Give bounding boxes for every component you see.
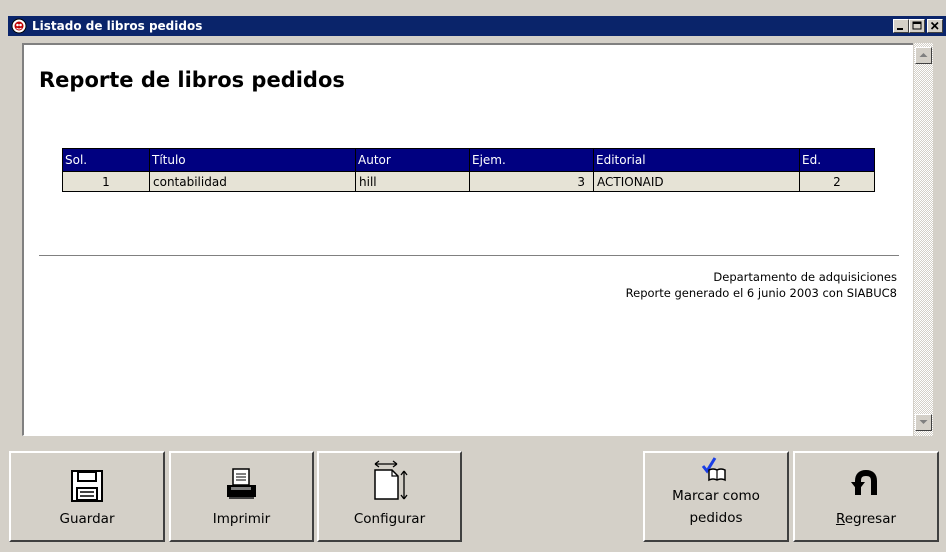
col-header-sol: Sol. [62,148,150,172]
mark-label-line1: Marcar como [672,488,760,504]
report-window: Listado de libros pedidos Reporte de lib… [0,0,946,552]
back-label-rest: egresar [844,511,897,527]
printer-icon [224,467,260,505]
orders-table: Sol. Título Autor Ejem. Editorial Ed. 1 … [62,148,875,192]
save-button[interactable]: Guardar [9,451,165,542]
floppy-disk-icon [70,469,104,507]
back-label: Regresar [795,510,937,529]
col-header-ejem: Ejem. [469,148,594,172]
window-title: Listado de libros pedidos [32,19,203,33]
cell-titulo: contabilidad [149,171,356,192]
print-label: Imprimir [212,511,271,527]
maximize-button[interactable] [909,19,925,33]
scroll-down-button[interactable] [915,414,932,431]
minimize-button[interactable] [893,19,909,33]
table-row: 1 contabilidad hill 3 ACTIONAID 2 [62,171,875,192]
title-bar[interactable]: Listado de libros pedidos [8,16,946,36]
cell-autor: hill [355,171,470,192]
mark-as-ordered-button[interactable]: Marcar como pedidos [643,451,789,542]
report-divider [39,255,899,256]
table-header-row: Sol. Título Autor Ejem. Editorial Ed. [62,148,875,172]
col-header-ed: Ed. [799,148,875,172]
vertical-scrollbar[interactable] [913,43,933,436]
close-button[interactable] [927,19,943,33]
footer-generated: Reporte generado el 6 junio 2003 con SIA… [625,286,897,300]
report-title: Reporte de libros pedidos [39,68,345,92]
checked-book-icon [701,457,731,487]
report-view: Reporte de libros pedidos Sol. Título Au… [22,43,914,436]
configure-button[interactable]: Configurar [317,451,462,542]
page-setup-icon [370,459,410,505]
configure-label: Configurar [353,511,426,527]
footer-department: Departamento de adquisiciones [713,270,897,284]
cell-editorial: ACTIONAID [593,171,800,192]
scroll-up-button[interactable] [915,47,932,64]
print-button[interactable]: Imprimir [169,451,314,542]
mark-label-line2: pedidos [689,510,743,526]
back-button[interactable]: Regresar [793,451,939,542]
cell-ejem: 3 [469,171,594,192]
col-header-titulo: Título [149,148,356,172]
col-header-editorial: Editorial [593,148,800,172]
cell-sol: 1 [62,171,150,192]
col-header-autor: Autor [355,148,470,172]
u-turn-arrow-icon [850,469,882,501]
app-icon [11,18,27,34]
report-footer: Departamento de adquisiciones Reporte ge… [626,269,897,301]
cell-ed: 2 [799,171,875,192]
save-label: Guardar [59,511,115,527]
back-label-mnemonic: R [835,511,845,527]
